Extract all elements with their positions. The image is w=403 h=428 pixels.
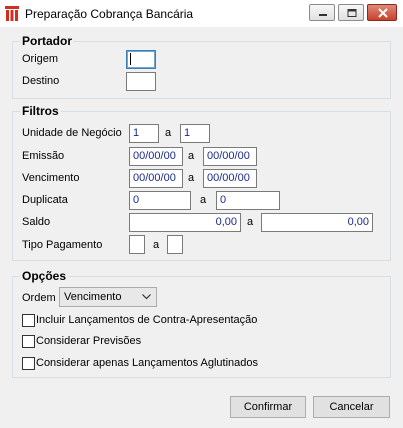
origem-label: Origem <box>22 53 59 65</box>
duplicata-to-input[interactable]: 0 <box>216 191 280 210</box>
vencimento-to-input[interactable]: 00/00/00 <box>203 169 257 188</box>
destino-input[interactable] <box>126 72 156 91</box>
confirm-button[interactable]: Confirmar <box>230 396 306 418</box>
text-caret <box>130 53 131 65</box>
portador-legend: Portador <box>20 34 75 48</box>
considerar-aglutinados-label[interactable]: Considerar apenas Lançamentos Aglutinado… <box>36 357 258 369</box>
close-icon <box>378 8 388 18</box>
title-bar: Preparação Cobrança Bancária <box>0 0 403 27</box>
duplicata-sep: a <box>200 194 207 206</box>
destino-label: Destino <box>22 75 60 87</box>
saldo-label: Saldo <box>22 216 51 228</box>
considerar-aglutinados-checkbox[interactable] <box>22 357 35 370</box>
saldo-sep: a <box>247 216 254 228</box>
vencimento-from-input[interactable]: 00/00/00 <box>129 169 183 188</box>
considerar-previsoes-label[interactable]: Considerar Previsões <box>36 335 141 347</box>
considerar-previsoes-checkbox[interactable] <box>22 335 35 348</box>
tipo-pagamento-to-input[interactable] <box>167 235 183 254</box>
app-logo-icon <box>5 6 19 21</box>
minimize-button[interactable] <box>309 4 335 21</box>
close-button[interactable] <box>367 4 397 21</box>
ordem-select-value: Vencimento <box>64 291 122 303</box>
unidade-label: Unidade de Negócio <box>22 127 122 139</box>
maximize-button[interactable] <box>338 4 364 21</box>
emissao-label: Emissão <box>22 150 65 162</box>
saldo-to-input[interactable]: 0,00 <box>261 213 373 232</box>
ordem-select[interactable]: Vencimento <box>59 287 157 307</box>
minimize-icon <box>319 14 327 16</box>
unidade-to-input[interactable]: 1 <box>180 124 210 143</box>
chevron-down-icon <box>142 294 151 300</box>
filtros-legend: Filtros <box>20 104 61 118</box>
emissao-sep: a <box>188 150 195 162</box>
unidade-sep: a <box>165 127 172 139</box>
emissao-from-input[interactable]: 00/00/00 <box>129 147 183 166</box>
incluir-contra-apresentacao-label[interactable]: Incluir Lançamentos de Contra-Apresentaç… <box>36 314 257 326</box>
portador-group <box>12 41 391 99</box>
maximize-icon <box>347 9 357 17</box>
tipo-pagamento-sep: a <box>153 239 160 251</box>
cancel-button[interactable]: Cancelar <box>313 396 390 418</box>
emissao-to-input[interactable]: 00/00/00 <box>203 147 257 166</box>
opcoes-legend: Opções <box>20 269 69 283</box>
saldo-from-input[interactable]: 0,00 <box>129 213 241 232</box>
vencimento-label: Vencimento <box>22 172 80 184</box>
unidade-from-input[interactable]: 1 <box>129 124 159 143</box>
tipo-pagamento-label: Tipo Pagamento <box>22 239 103 251</box>
incluir-contra-apresentacao-checkbox[interactable] <box>22 314 35 327</box>
duplicata-label: Duplicata <box>22 194 68 206</box>
window-title: Preparação Cobrança Bancária <box>25 7 194 21</box>
ordem-label: Ordem <box>22 292 56 304</box>
tipo-pagamento-from-input[interactable] <box>129 235 145 254</box>
duplicata-from-input[interactable]: 0 <box>129 191 191 210</box>
vencimento-sep: a <box>188 172 195 184</box>
